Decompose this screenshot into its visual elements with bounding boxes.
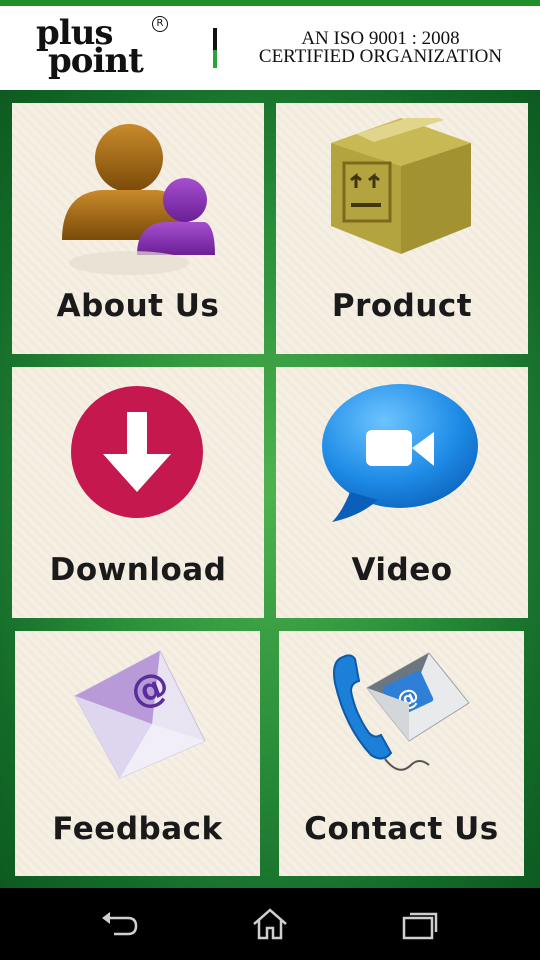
video-chat-icon (322, 384, 478, 522)
logo-text-point: point (48, 41, 144, 81)
menu-grid: About Us Product Download Video @ Feedba… (0, 90, 540, 888)
registered-mark: R (152, 16, 168, 32)
tile-contact-us[interactable]: @ Contact Us (279, 631, 524, 876)
tile-product[interactable]: Product (276, 103, 528, 354)
tile-label-download: Download (49, 552, 227, 588)
box-icon (331, 118, 471, 254)
app-header: plus point R AN ISO 9001 : 2008 CERTIFIE… (0, 6, 540, 90)
recents-icon[interactable] (400, 906, 440, 942)
tile-video[interactable]: Video (276, 367, 528, 618)
iso-certification: AN ISO 9001 : 2008 CERTIFIED ORGANIZATIO… (228, 29, 533, 67)
tile-label-video: Video (351, 552, 453, 588)
users-icon (62, 124, 215, 275)
plus-point-logo: plus point R (34, 16, 179, 86)
phone-mail-icon: @ (333, 652, 470, 771)
system-navigation-bar (0, 888, 540, 960)
envelope-at-icon: @ (74, 650, 206, 779)
tile-label-about-us: About Us (56, 288, 220, 324)
tile-label-product: Product (331, 288, 473, 324)
home-icon[interactable] (250, 906, 290, 942)
back-icon[interactable] (100, 906, 140, 942)
tile-about-us[interactable]: About Us (12, 103, 264, 354)
tile-download[interactable]: Download (12, 367, 264, 618)
tile-label-feedback: Feedback (52, 811, 223, 847)
iso-line-2: CERTIFIED ORGANIZATION (258, 46, 503, 67)
tile-feedback[interactable]: @ Feedback (15, 631, 260, 876)
download-icon (71, 386, 203, 518)
tile-label-contact-us: Contact Us (304, 811, 499, 847)
header-divider (213, 28, 217, 68)
